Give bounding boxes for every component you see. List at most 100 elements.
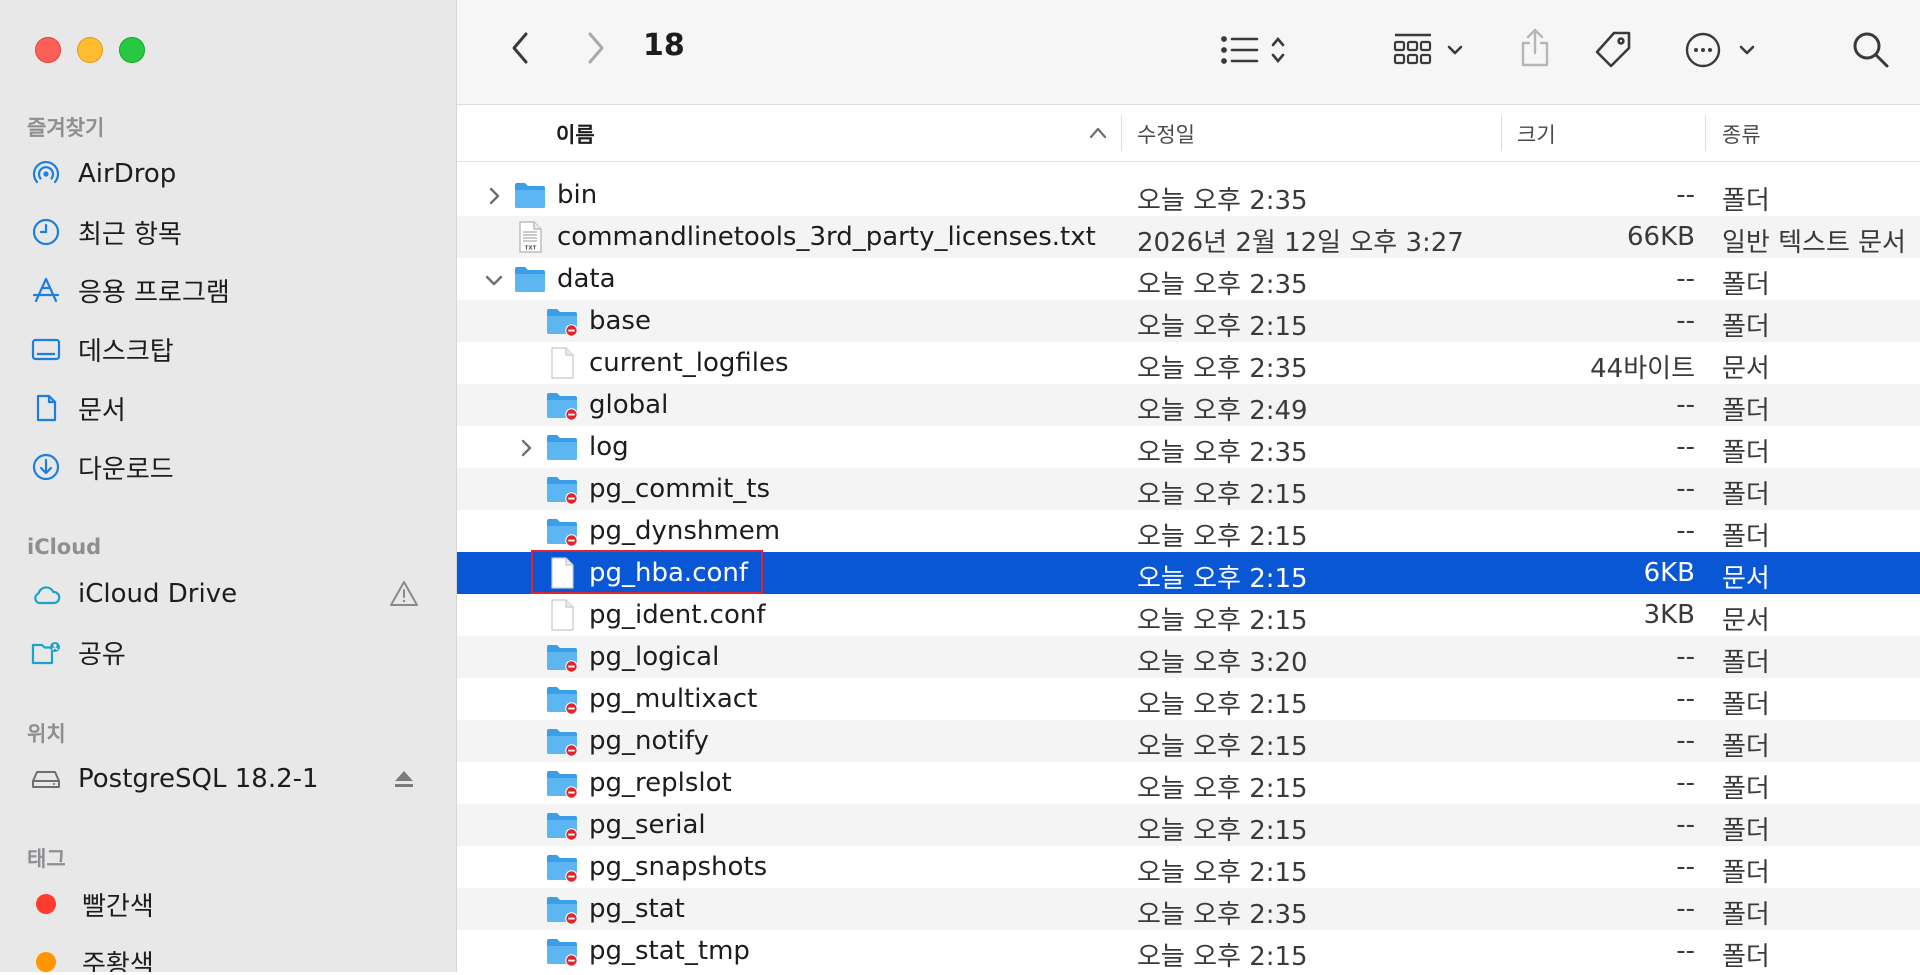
file-name: pg_dynshmem (589, 516, 781, 546)
sidebar-item-tag-orange[interactable]: 주황색 (28, 940, 428, 972)
column-name-header[interactable]: 이름 (556, 119, 595, 149)
file-name: pg_notify (589, 726, 709, 756)
group-button[interactable] (1392, 28, 1474, 72)
column-divider[interactable] (1121, 115, 1122, 151)
table-row[interactable]: bin 오늘 오후 2:35 -- 폴더 (457, 174, 1920, 216)
close-window-button[interactable] (35, 37, 61, 63)
sidebar-heading-tags: 태그 (27, 847, 66, 871)
sidebar-item-label: 응용 프로그램 (78, 277, 230, 308)
table-row[interactable]: pg_commit_ts 오늘 오후 2:15 -- 폴더 (457, 468, 1920, 510)
sidebar-item-label: AirDrop (78, 159, 177, 189)
airdrop-icon (28, 156, 64, 192)
file-modified-date: 2026년 2월 12일 오후 3:27 (1137, 228, 1464, 258)
search-button[interactable] (1849, 28, 1893, 72)
clock-icon (28, 214, 64, 250)
sidebar-item-postgresql-volume[interactable]: PostgreSQL 18.2-1 (28, 757, 428, 801)
sort-ascending-icon[interactable] (1087, 125, 1109, 141)
table-row[interactable]: pg_stat_tmp 오늘 오후 2:15 -- 폴더 (457, 930, 1920, 972)
disclosure-expanded-icon[interactable] (483, 268, 505, 290)
sidebar-item-recents[interactable]: 최근 항목 (28, 210, 428, 254)
table-row[interactable]: pg_replslot 오늘 오후 2:15 -- 폴더 (457, 762, 1920, 804)
table-row[interactable]: pg_notify 오늘 오후 2:15 -- 폴더 (457, 720, 1920, 762)
sidebar: 즐겨찾기 AirDrop 최근 항목 응용 프로그램 데스크탑 문서 다운로드 … (0, 0, 457, 972)
file-size: -- (1676, 180, 1695, 210)
table-row[interactable]: pg_dynshmem 오늘 오후 2:15 -- 폴더 (457, 510, 1920, 552)
table-row[interactable]: pg_multixact 오늘 오후 2:15 -- 폴더 (457, 678, 1920, 720)
sidebar-item-shared[interactable]: 공유 (28, 630, 428, 674)
window-title: 18 (643, 28, 685, 63)
table-row[interactable]: data 오늘 오후 2:35 -- 폴더 (457, 258, 1920, 300)
text-file-icon: TXT (513, 220, 547, 254)
table-row[interactable]: current_logfiles 오늘 오후 2:35 44바이트 문서 (457, 342, 1920, 384)
table-row[interactable]: pg_logical 오늘 오후 3:20 -- 폴더 (457, 636, 1920, 678)
file-kind: 폴더 (1722, 858, 1770, 888)
minimize-window-button[interactable] (77, 37, 103, 63)
column-divider[interactable] (1705, 115, 1706, 151)
table-row[interactable]: TXT commandlinetools_3rd_party_licenses.… (457, 216, 1920, 258)
document-icon (28, 390, 64, 426)
table-row[interactable]: pg_stat 오늘 오후 2:35 -- 폴더 (457, 888, 1920, 930)
table-row[interactable]: base 오늘 오후 2:15 -- 폴더 (457, 300, 1920, 342)
file-kind: 문서 (1722, 606, 1770, 636)
file-size: -- (1676, 684, 1695, 714)
sidebar-item-tag-red[interactable]: 빨간색 (28, 882, 428, 926)
sidebar-item-label: 최근 항목 (78, 219, 182, 250)
file-kind: 폴더 (1722, 270, 1770, 300)
sidebar-item-documents[interactable]: 문서 (28, 386, 428, 430)
column-modified-header[interactable]: 수정일 (1137, 119, 1195, 149)
table-row[interactable]: pg_serial 오늘 오후 2:15 -- 폴더 (457, 804, 1920, 846)
ellipsis-icon (1685, 32, 1755, 68)
file-name: global (589, 390, 669, 420)
zoom-window-button[interactable] (119, 37, 145, 63)
warning-icon[interactable] (388, 578, 420, 610)
column-kind-header[interactable]: 종류 (1722, 119, 1761, 149)
file-modified-date: 오늘 오후 2:49 (1137, 396, 1308, 426)
file-kind: 폴더 (1722, 186, 1770, 216)
red-tag-icon (36, 894, 56, 914)
file-size: -- (1676, 306, 1695, 336)
file-modified-date: 오늘 오후 2:15 (1137, 606, 1308, 636)
eject-icon[interactable] (388, 763, 420, 795)
view-options-button[interactable] (1217, 28, 1297, 72)
sidebar-item-label: 다운로드 (78, 454, 174, 485)
column-divider[interactable] (1501, 115, 1502, 151)
disclosure-collapsed-icon[interactable] (483, 184, 505, 206)
table-row[interactable]: pg_ident.conf 오늘 오후 2:15 3KB 문서 (457, 594, 1920, 636)
disk-icon (28, 761, 64, 797)
file-size: -- (1676, 936, 1695, 966)
sidebar-item-icloud-drive[interactable]: iCloud Drive (28, 572, 428, 616)
main-pane: 18 이름 수정일 크기 종류 bin 오늘 오후 2:35 -- 폴더 TXT… (457, 0, 1920, 972)
table-row[interactable]: log 오늘 오후 2:35 -- 폴더 (457, 426, 1920, 468)
locked-folder-icon (545, 766, 579, 800)
tag-button[interactable] (1591, 28, 1635, 72)
sidebar-item-label: 주황색 (82, 949, 154, 973)
forward-button[interactable] (575, 28, 615, 68)
file-size: 44바이트 (1590, 354, 1695, 384)
column-size-header[interactable]: 크기 (1517, 119, 1556, 149)
sidebar-heading-favorites: 즐겨찾기 (27, 116, 105, 140)
file-size: -- (1676, 516, 1695, 546)
table-row[interactable]: pg_snapshots 오늘 오후 2:15 -- 폴더 (457, 846, 1920, 888)
file-kind: 폴더 (1722, 816, 1770, 846)
file-size: -- (1676, 264, 1695, 294)
finder-window: 즐겨찾기 AirDrop 최근 항목 응용 프로그램 데스크탑 문서 다운로드 … (0, 0, 1920, 972)
file-modified-date: 오늘 오후 2:35 (1137, 900, 1308, 930)
disclosure-collapsed-icon[interactable] (515, 436, 537, 458)
share-icon (1521, 28, 1549, 67)
more-actions-button[interactable] (1683, 28, 1769, 72)
applications-icon (28, 272, 64, 308)
locked-folder-icon (545, 682, 579, 716)
window-controls (35, 37, 145, 63)
file-name: pg_hba.conf (589, 558, 749, 588)
sidebar-item-downloads[interactable]: 다운로드 (28, 445, 428, 489)
sidebar-item-applications[interactable]: 응용 프로그램 (28, 268, 428, 312)
share-button[interactable] (1515, 26, 1555, 70)
back-button[interactable] (501, 28, 541, 68)
table-row[interactable]: global 오늘 오후 2:49 -- 폴더 (457, 384, 1920, 426)
search-icon (1853, 32, 1889, 68)
table-row-selected[interactable]: pg_hba.conf 오늘 오후 2:15 6KB 문서 (457, 550, 1920, 594)
sidebar-item-airdrop[interactable]: AirDrop (28, 152, 428, 196)
file-modified-date: 오늘 오후 2:15 (1137, 312, 1308, 342)
file-kind: 문서 (1722, 354, 1770, 384)
sidebar-item-desktop[interactable]: 데스크탑 (28, 327, 428, 371)
